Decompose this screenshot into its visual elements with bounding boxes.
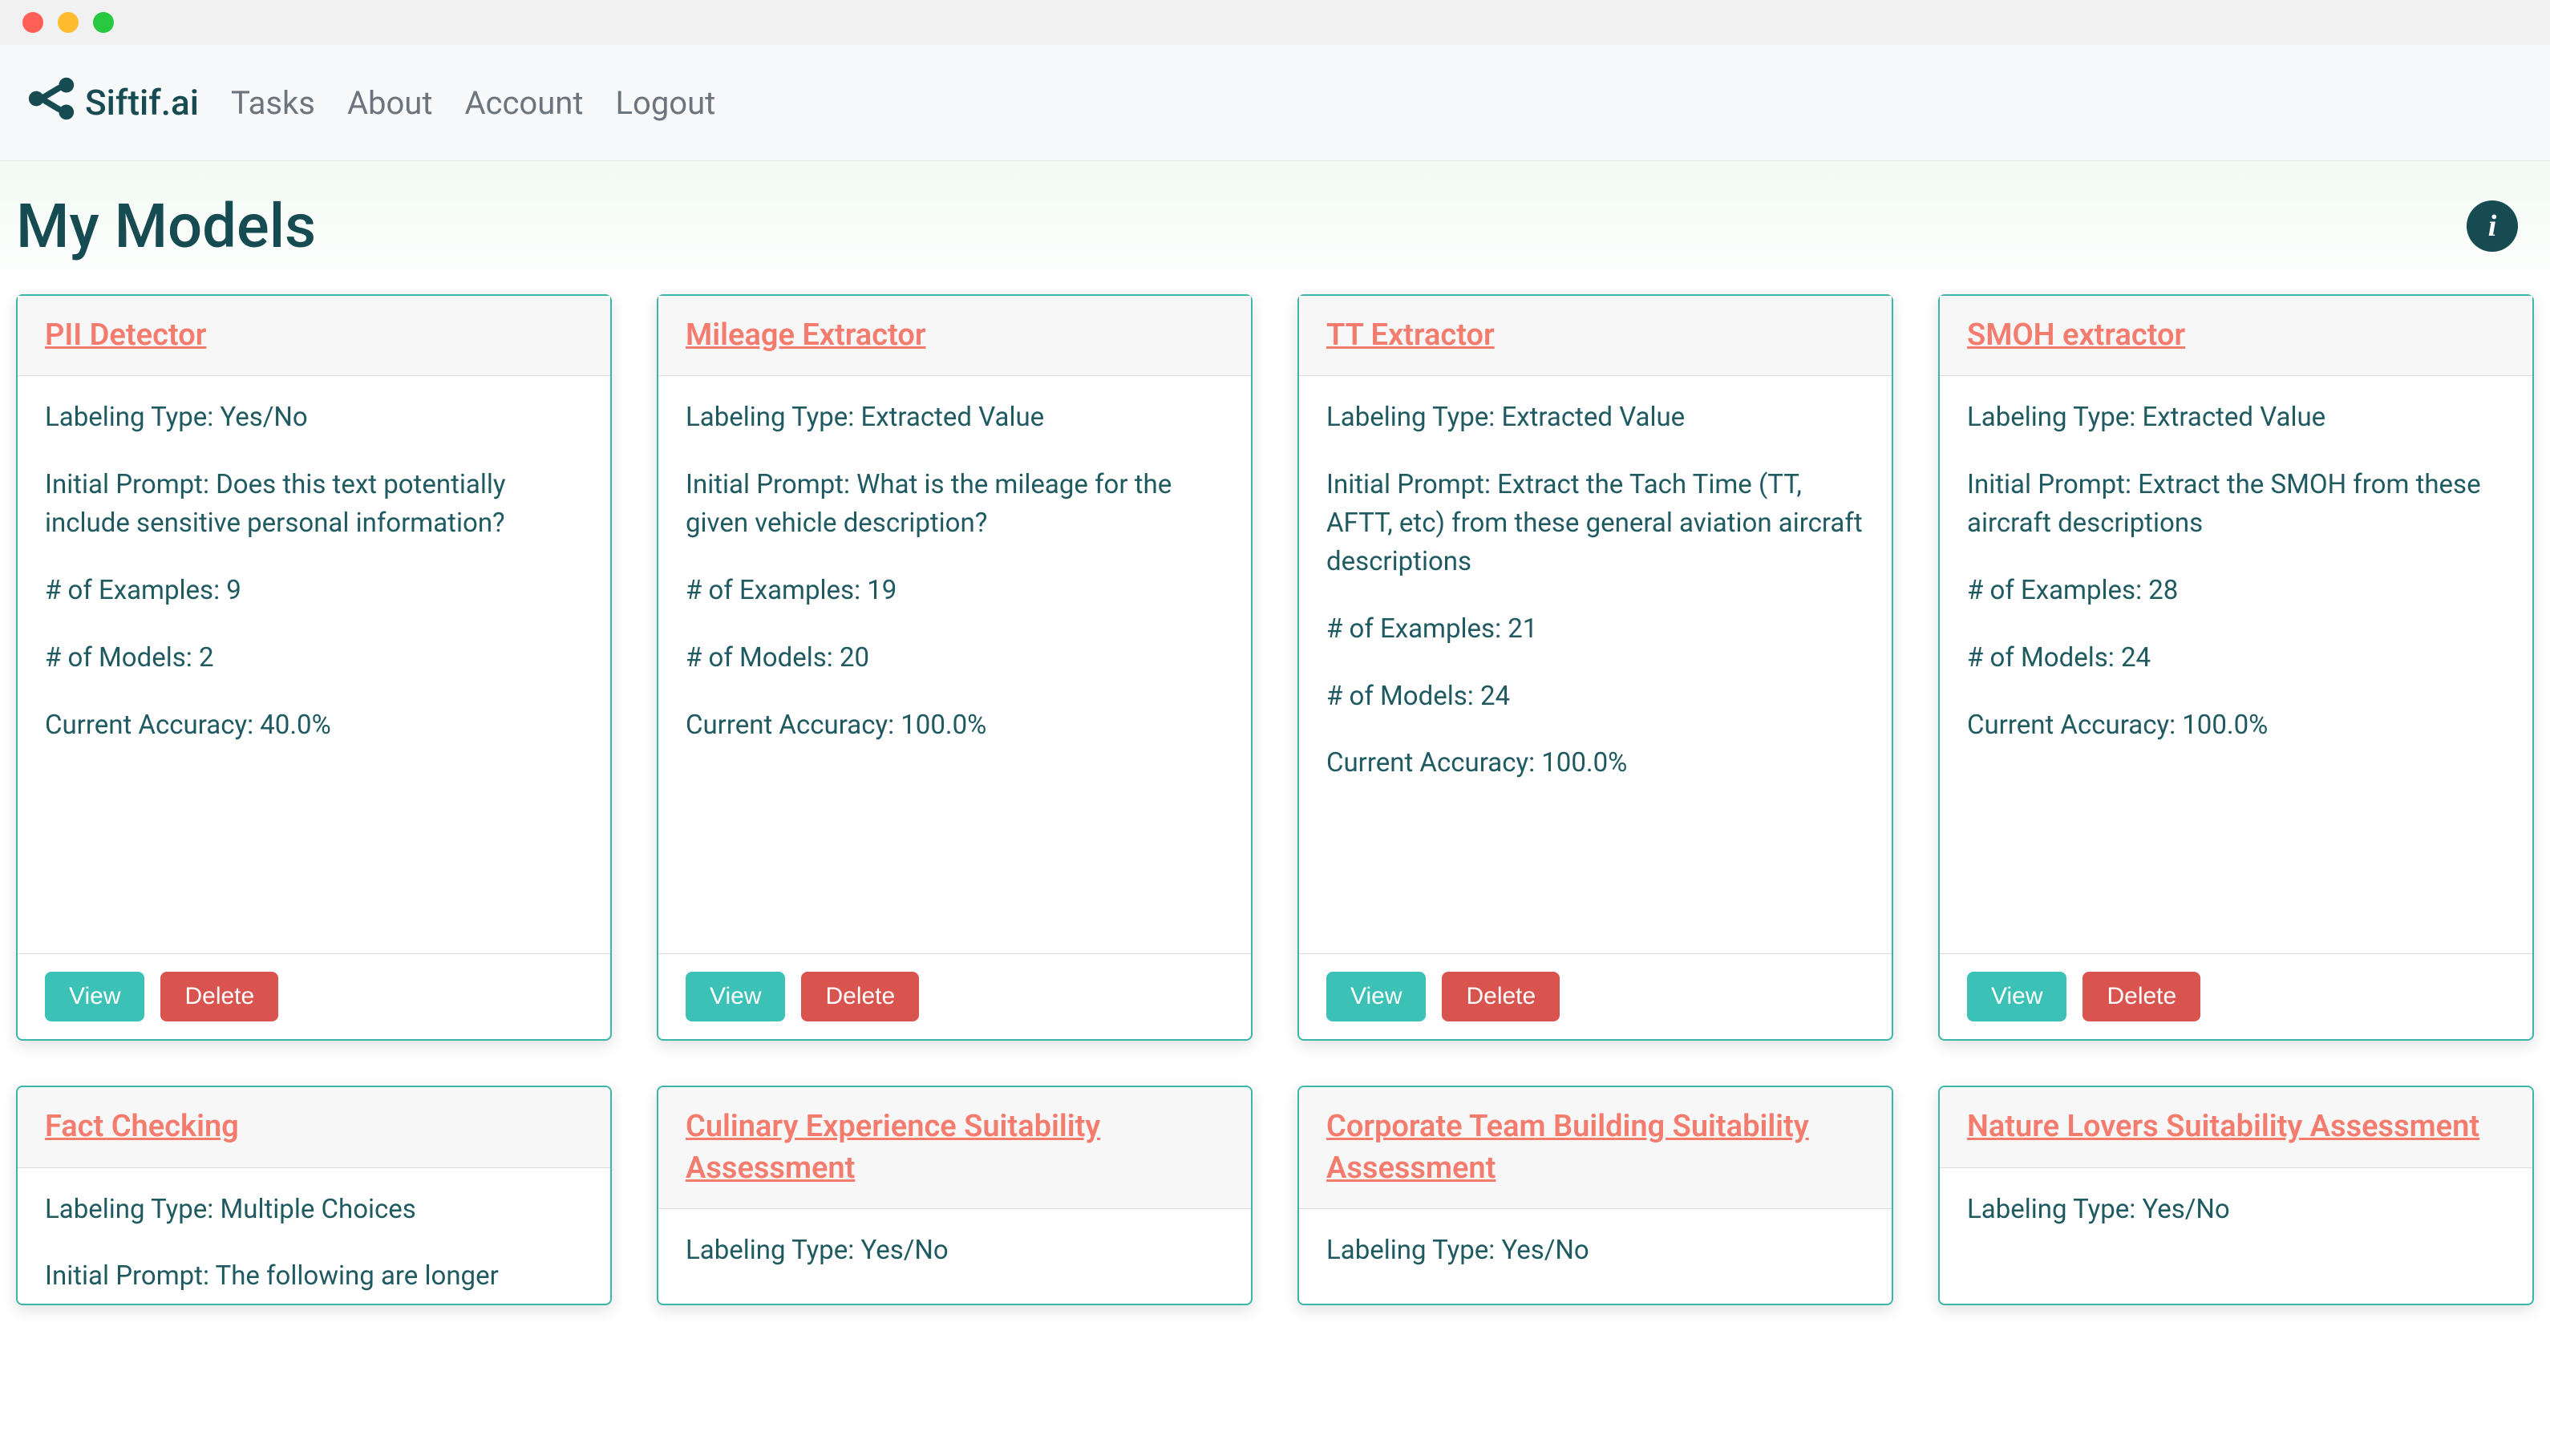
- initial-prompt: Initial Prompt: Extract the SMOH from th…: [1967, 466, 2505, 543]
- labeling-type: Labeling Type: Multiple Choices: [45, 1191, 583, 1229]
- delete-button[interactable]: Delete: [801, 972, 919, 1021]
- content: My Models i PII Detector Labeling Type: …: [0, 161, 2550, 1456]
- model-title-link[interactable]: Corporate Team Building Suitability Asse…: [1326, 1109, 1809, 1185]
- view-button[interactable]: View: [1326, 972, 1426, 1021]
- info-icon: i: [2488, 208, 2497, 244]
- initial-prompt: Initial Prompt: Extract the Tach Time (T…: [1326, 466, 1864, 581]
- models-grid: PII Detector Labeling Type: Yes/No Initi…: [16, 294, 2534, 1337]
- brand-logo-icon: [27, 75, 75, 131]
- labeling-type: Labeling Type: Yes/No: [45, 398, 583, 437]
- model-title-link[interactable]: Culinary Experience Suitability Assessme…: [686, 1109, 1100, 1185]
- num-models: # of Models: 24: [1967, 639, 2505, 677]
- num-examples: # of Examples: 9: [45, 572, 583, 610]
- model-card: Mileage Extractor Labeling Type: Extract…: [657, 294, 1253, 1041]
- num-models: # of Models: 20: [686, 639, 1224, 677]
- traffic-light-zoom[interactable]: [93, 12, 114, 33]
- nav-link-tasks[interactable]: Tasks: [231, 84, 315, 122]
- current-accuracy: Current Accuracy: 100.0%: [1967, 706, 2505, 745]
- brand[interactable]: Siftif.ai: [27, 75, 199, 131]
- traffic-light-minimize[interactable]: [58, 12, 79, 33]
- nav-link-logout[interactable]: Logout: [615, 84, 715, 122]
- model-card: Corporate Team Building Suitability Asse…: [1297, 1086, 1893, 1305]
- model-title-link[interactable]: Nature Lovers Suitability Assessment: [1967, 1109, 2479, 1144]
- delete-button[interactable]: Delete: [2082, 972, 2200, 1021]
- num-models: # of Models: 24: [1326, 677, 1864, 716]
- delete-button[interactable]: Delete: [160, 972, 278, 1021]
- nav-link-account[interactable]: Account: [464, 84, 583, 122]
- labeling-type: Labeling Type: Yes/No: [686, 1232, 1224, 1270]
- model-title-link[interactable]: TT Extractor: [1326, 317, 1495, 353]
- labeling-type: Labeling Type: Extracted Value: [1967, 398, 2505, 437]
- initial-prompt: Initial Prompt: The following are longer: [45, 1257, 583, 1296]
- num-examples: # of Examples: 28: [1967, 572, 2505, 610]
- current-accuracy: Current Accuracy: 100.0%: [686, 706, 1224, 745]
- view-button[interactable]: View: [1967, 972, 2066, 1021]
- model-title-link[interactable]: PII Detector: [45, 317, 206, 353]
- current-accuracy: Current Accuracy: 100.0%: [1326, 744, 1864, 783]
- initial-prompt: Initial Prompt: What is the mileage for …: [686, 466, 1224, 543]
- labeling-type: Labeling Type: Extracted Value: [1326, 398, 1864, 437]
- delete-button[interactable]: Delete: [1442, 972, 1560, 1021]
- model-card: Culinary Experience Suitability Assessme…: [657, 1086, 1253, 1305]
- num-examples: # of Examples: 21: [1326, 610, 1864, 649]
- navbar: Siftif.ai Tasks About Account Logout: [0, 45, 2550, 161]
- model-title-link[interactable]: Mileage Extractor: [686, 317, 926, 353]
- traffic-light-close[interactable]: [22, 12, 43, 33]
- nav-link-about[interactable]: About: [347, 84, 433, 122]
- model-card: Nature Lovers Suitability Assessment Lab…: [1938, 1086, 2534, 1305]
- model-card: TT Extractor Labeling Type: Extracted Va…: [1297, 294, 1893, 1041]
- view-button[interactable]: View: [686, 972, 785, 1021]
- current-accuracy: Current Accuracy: 40.0%: [45, 706, 583, 745]
- model-card: PII Detector Labeling Type: Yes/No Initi…: [16, 294, 612, 1041]
- initial-prompt: Initial Prompt: Does this text potential…: [45, 466, 583, 543]
- labeling-type: Labeling Type: Extracted Value: [686, 398, 1224, 437]
- brand-name: Siftif.ai: [85, 82, 199, 123]
- num-models: # of Models: 2: [45, 639, 583, 677]
- labeling-type: Labeling Type: Yes/No: [1326, 1232, 1864, 1270]
- window-titlebar: [0, 0, 2550, 45]
- model-card: SMOH extractor Labeling Type: Extracted …: [1938, 294, 2534, 1041]
- labeling-type: Labeling Type: Yes/No: [1967, 1191, 2505, 1229]
- model-title-link[interactable]: SMOH extractor: [1967, 317, 2185, 353]
- info-button[interactable]: i: [2467, 200, 2518, 252]
- page-title: My Models: [16, 190, 316, 262]
- model-card: Fact Checking Labeling Type: Multiple Ch…: [16, 1086, 612, 1305]
- view-button[interactable]: View: [45, 972, 144, 1021]
- model-title-link[interactable]: Fact Checking: [45, 1109, 239, 1144]
- num-examples: # of Examples: 19: [686, 572, 1224, 610]
